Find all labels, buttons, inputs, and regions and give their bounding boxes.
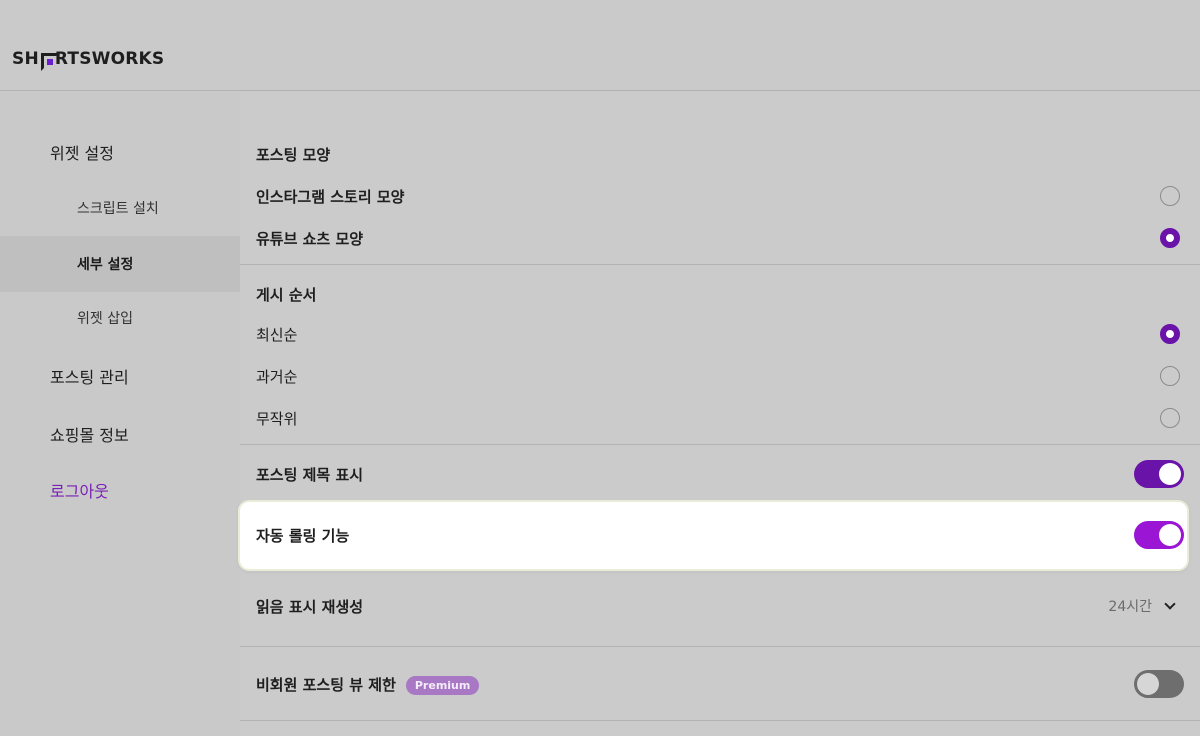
- logo-text-end: RTSWORKS: [54, 49, 165, 69]
- toggle-knob: [1137, 673, 1159, 695]
- sidebar-item-label: 로그아웃: [50, 482, 109, 501]
- setting-nonmember-limit: 비회원 포스팅 뷰 제한 Premium: [256, 668, 1184, 700]
- option-label: 인스타그램 스토리 모양: [256, 187, 405, 206]
- settings-panel: 포스팅 모양 인스타그램 스토리 모양 유튜브 쇼츠 모양 게시 순서 최신순 …: [240, 92, 1200, 736]
- setting-label: 포스팅 제목 표시: [256, 465, 364, 484]
- setting-show-title: 포스팅 제목 표시: [256, 458, 1184, 490]
- option-random[interactable]: 무작위: [256, 402, 1184, 434]
- nonmember-limit-label: 비회원 포스팅 뷰 제한: [256, 675, 396, 694]
- show-title-toggle[interactable]: [1134, 460, 1184, 488]
- sidebar-item-widget-settings[interactable]: 위젯 설정: [0, 132, 240, 172]
- setting-read-regen: 읽음 표시 재생성 24시간: [256, 590, 1184, 622]
- select-value: 24시간: [1108, 599, 1152, 615]
- logo-text-start: SH: [12, 49, 39, 69]
- option-youtube-shorts[interactable]: 유튜브 쇼츠 모양: [256, 222, 1184, 254]
- option-instagram-story[interactable]: 인스타그램 스토리 모양: [256, 180, 1184, 212]
- radio-button[interactable]: [1160, 408, 1180, 428]
- sidebar-item-label: 쇼핑몰 정보: [50, 426, 129, 445]
- sidebar: 위젯 설정 스크립트 설치 세부 설정 위젯 삽입 포스팅 관리 쇼핑몰 정보 …: [0, 92, 240, 736]
- option-label: 유튜브 쇼츠 모양: [256, 229, 364, 248]
- sidebar-item-label: 스크립트 설치: [77, 201, 159, 217]
- sidebar-item-detail-settings[interactable]: 세부 설정: [0, 236, 240, 292]
- radio-button[interactable]: [1160, 366, 1180, 386]
- divider: [240, 444, 1200, 445]
- sidebar-item-widget-insert[interactable]: 위젯 삽입: [0, 298, 240, 338]
- option-newest[interactable]: 최신순: [256, 318, 1184, 350]
- auto-rolling-toggle[interactable]: [1134, 521, 1184, 549]
- radio-button-selected[interactable]: [1160, 228, 1180, 248]
- read-regen-select[interactable]: 24시간: [1108, 596, 1180, 616]
- post-order-title: 게시 순서: [256, 286, 317, 304]
- toggle-knob: [1159, 463, 1181, 485]
- shortsworks-logo[interactable]: SH RTSWORKS: [12, 49, 165, 71]
- setting-auto-rolling: 자동 롤링 기능: [256, 519, 1184, 551]
- sidebar-item-label: 세부 설정: [77, 257, 134, 273]
- radio-button-selected[interactable]: [1160, 324, 1180, 344]
- nonmember-limit-toggle[interactable]: [1134, 670, 1184, 698]
- toggle-knob: [1159, 524, 1181, 546]
- option-label: 과거순: [256, 367, 298, 386]
- sidebar-item-shop-info[interactable]: 쇼핑몰 정보: [0, 414, 240, 454]
- setting-label: 읽음 표시 재생성: [256, 597, 364, 616]
- chevron-down-icon: [1164, 598, 1176, 610]
- top-header: SH RTSWORKS: [0, 0, 1200, 91]
- sidebar-item-script-install[interactable]: 스크립트 설치: [0, 188, 240, 228]
- sidebar-item-label: 위젯 삽입: [77, 311, 133, 327]
- divider: [240, 264, 1200, 265]
- posting-shape-title: 포스팅 모양: [256, 146, 331, 164]
- sidebar-item-posting-management[interactable]: 포스팅 관리: [0, 356, 240, 396]
- divider: [240, 646, 1200, 647]
- option-label: 최신순: [256, 325, 298, 344]
- setting-label: 자동 롤링 기능: [256, 526, 350, 545]
- logo-o-mark-icon: [40, 52, 59, 71]
- sidebar-item-label: 포스팅 관리: [50, 368, 129, 387]
- option-label: 무작위: [256, 409, 298, 428]
- sidebar-item-logout[interactable]: 로그아웃: [0, 470, 240, 510]
- divider: [240, 720, 1200, 721]
- radio-button[interactable]: [1160, 186, 1180, 206]
- premium-badge: Premium: [405, 675, 480, 695]
- option-oldest[interactable]: 과거순: [256, 360, 1184, 392]
- sidebar-item-label: 위젯 설정: [50, 144, 114, 163]
- setting-label: 비회원 포스팅 뷰 제한 Premium: [256, 674, 480, 695]
